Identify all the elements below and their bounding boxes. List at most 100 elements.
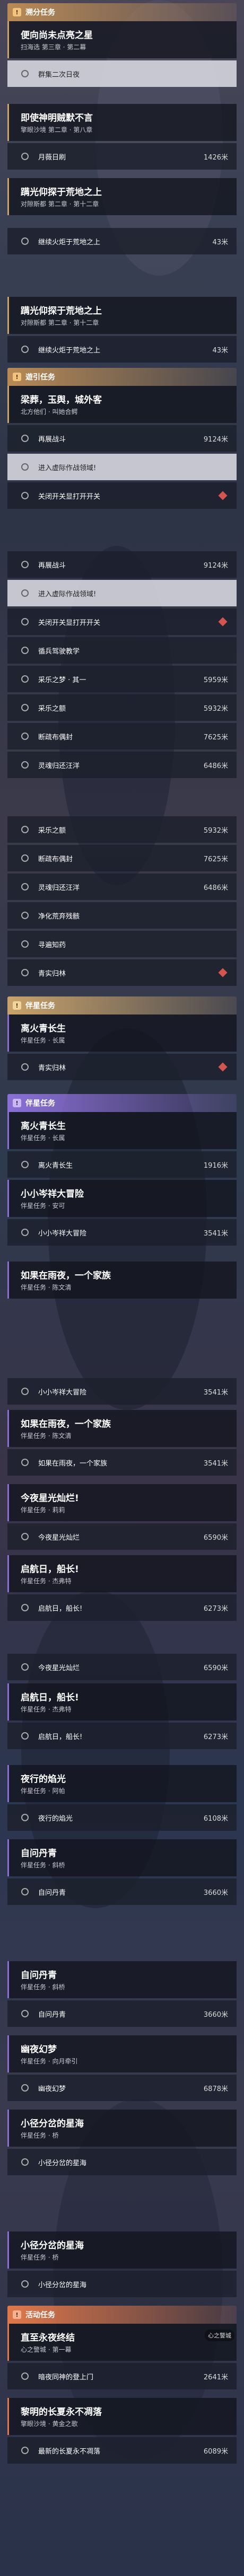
quest-step-row[interactable]: 进入虚际作战领域!	[7, 454, 237, 480]
step-distance: 43米	[212, 238, 228, 246]
step-marker-icon	[21, 940, 29, 948]
quest-card[interactable]: 今夜星光灿烂! 伴星任务 · 莉莉	[7, 1484, 237, 1521]
quest-card[interactable]: 小径分岔的星海 伴星任务 · 桥	[7, 2231, 237, 2269]
quest-subtitle: 伴星任务 · 桥	[21, 2254, 59, 2261]
quest-step-row[interactable]: 小小岑祥大冒险 3541米	[7, 1219, 237, 1246]
quest-step-row[interactable]: 如果在雨夜，一个家族 3541米	[7, 1449, 237, 1476]
quest-card[interactable]: 即使神明贼默不言 擎眼沙境 第二章 · 第八章	[7, 104, 237, 141]
step-distance: 5932米	[203, 826, 228, 835]
quest-card[interactable]: 蹒光仰探于荒地之上 对隙斯都 第二章 · 第十二章	[7, 178, 237, 215]
quest-step-row[interactable]: 断疏布偶封 7625米	[7, 723, 237, 749]
step-marker-icon	[21, 463, 29, 471]
step-marker-icon	[21, 704, 29, 711]
quest-card[interactable]: 自问丹青 伴星任务 · 斜桥	[7, 1839, 237, 1876]
quest-step-row[interactable]: 采乐之额 5932米	[7, 694, 237, 721]
quest-step-row[interactable]: 今夜星光灿烂 6590米	[7, 1523, 237, 1550]
step-marker-icon	[21, 2447, 29, 2454]
step-label: 自问丹青	[38, 1889, 66, 1897]
quest-card[interactable]: 离火青长生 伴星任务 · 长属	[7, 1112, 237, 1149]
quest-step-row[interactable]: 继续火炬于荒地之上 43米	[7, 228, 237, 254]
quest-step-row[interactable]: 自问丹青 3660米	[7, 2000, 237, 2027]
quest-step-row[interactable]: 最新的长夏永不凋落 6089米	[7, 2437, 237, 2464]
quest-step-row[interactable]: 暗夜同神的登上门 2641米	[7, 2363, 237, 2389]
quest-card[interactable]: 小径分岔的星海 伴星任务 · 桥	[7, 2110, 237, 2147]
quest-title: 夜行的焰光	[21, 1774, 66, 1785]
step-label: 继续火炬于荒地之上	[38, 238, 101, 246]
step-label: 小径分岔的星海	[38, 2281, 87, 2289]
step-label: 启航日，船长!	[38, 1733, 83, 1741]
step-distance: 3541米	[203, 1459, 228, 1468]
quest-step-row[interactable]: 循兵驾驶教学	[7, 637, 237, 664]
quest-card[interactable]: 启航日，船长! 伴星任务 · 杰弗特	[7, 1683, 237, 1721]
step-marker-icon	[21, 1388, 29, 1395]
quest-step-row[interactable]: 再展战斗 9124米	[7, 425, 237, 452]
quest-subtitle: 伴星任务 · 长属	[21, 1037, 65, 1044]
step-distance: 9124米	[203, 561, 228, 570]
step-marker-icon	[21, 912, 29, 919]
step-label: 月薇日刷	[38, 153, 66, 162]
quest-type-icon: !	[13, 1001, 21, 1010]
quest-step-row[interactable]: 今夜星光灿烂 6590米	[7, 1654, 237, 1680]
quest-step-row[interactable]: 小径分岔的星海	[7, 2149, 237, 2175]
quest-subtitle: 心之警城 · 第一幕	[21, 2346, 72, 2353]
quest-card[interactable]: 梁葬，玉舆，城外客 北方他们 · 叫她合鳄	[7, 386, 237, 423]
quest-step-row[interactable]: 青实归林	[7, 1054, 237, 1080]
quest-card[interactable]: 幽夜幻梦 伴星任务 · 向月牵引	[7, 2035, 237, 2072]
quest-subtitle: 对隙斯都 第二章 · 第十二章	[21, 319, 99, 327]
quest-card[interactable]: 自问丹青 伴星任务 · 斜桥	[7, 1961, 237, 1998]
quest-step-row[interactable]: 启航日，船长! 6273米	[7, 1723, 237, 1749]
quest-card[interactable]: 离火青长生 伴星任务 · 长属	[7, 1014, 237, 1052]
quest-step-row[interactable]: 断疏布偶封 7625米	[7, 845, 237, 871]
quest-subtitle: 擎眼沙境 · 黄金之歌	[21, 2420, 78, 2428]
step-distance: 9124米	[203, 435, 228, 444]
quest-card[interactable]: 如果在雨夜，一个家族 伴星任务 · 陈文清	[7, 1261, 237, 1299]
step-marker-icon	[21, 647, 29, 654]
step-distance: 6089米	[203, 2447, 228, 2456]
step-distance: 7625米	[203, 855, 228, 863]
quest-step-row[interactable]: 启航日，船长! 6273米	[7, 1594, 237, 1621]
quest-step-row[interactable]: 进入虚际作战领域!	[7, 580, 237, 606]
step-marker-icon	[21, 733, 29, 740]
step-marker-icon	[21, 854, 29, 862]
alert-diamond-icon	[218, 617, 228, 627]
quest-step-row[interactable]: 小径分岔的星海	[7, 2271, 237, 2297]
quest-step-row[interactable]: 小小岑祥大冒险 3541米	[7, 1378, 237, 1405]
step-distance: 6486米	[203, 884, 228, 892]
quest-subtitle: 伴星任务 · 杰弗特	[21, 1706, 72, 1713]
quest-step-row[interactable]: 月薇日刷 1426米	[7, 143, 237, 170]
quest-step-row[interactable]: 再展战斗 9124米	[7, 551, 237, 578]
quest-step-row[interactable]: 继续火炬于荒地之上 43米	[7, 336, 237, 363]
quest-step-row[interactable]: 采乐之额 5932米	[7, 816, 237, 843]
step-distance: 7625米	[203, 733, 228, 742]
quest-step-row[interactable]: 净化荒弃残骸	[7, 902, 237, 929]
quest-step-row[interactable]: 灵魂归还汪洋 6486米	[7, 874, 237, 900]
step-marker-icon	[21, 561, 29, 568]
step-label: 再展战斗	[38, 435, 66, 444]
step-marker-icon	[21, 2372, 29, 2380]
quest-card[interactable]: 小小岑祥大冒险 伴星任务 · 安可	[7, 1180, 237, 1217]
step-marker-icon	[21, 1663, 29, 1671]
quest-card[interactable]: 黎明的长夏永不凋落 擎眼沙境 · 黄金之歌	[7, 2398, 237, 2435]
quest-step-row[interactable]: 青实归林	[7, 959, 237, 986]
quest-card[interactable]: 蹒光仰探于荒地之上 对隙斯都 第二章 · 第十二章	[7, 297, 237, 334]
step-marker-icon	[21, 2010, 29, 2017]
quest-step-row[interactable]: 群集二次日夜	[7, 60, 237, 87]
quest-step-row[interactable]: 自问丹青 3660米	[7, 1878, 237, 1905]
quest-step-row[interactable]: 关闭开关显打开开关	[7, 608, 237, 635]
quest-step-row[interactable]: 幽夜幻梦 6878米	[7, 2075, 237, 2101]
quest-step-row[interactable]: 夜行的焰光 6108米	[7, 1804, 237, 1831]
quest-subtitle: 伴星任务 · 莉莉	[21, 1506, 65, 1514]
quest-card[interactable]: 夜行的焰光 伴星任务 · 阿帕	[7, 1765, 237, 1802]
step-label: 最新的长夏永不凋落	[38, 2447, 101, 2456]
quest-card[interactable]: 如果在雨夜，一个家族 伴星任务 · 陈文清	[7, 1410, 237, 1447]
quest-card[interactable]: 直至永夜终结 心之警城 · 第一幕	[7, 2324, 237, 2361]
quest-step-row[interactable]: 采乐之梦 · 其一 5959米	[7, 666, 237, 692]
quest-subtitle: 伴星任务 · 桥	[21, 2132, 59, 2139]
quest-step-row[interactable]: 离火青长生 1916米	[7, 1151, 237, 1178]
quest-card[interactable]: 启航日，船长! 伴星任务 · 杰弗特	[7, 1555, 237, 1592]
quest-step-row[interactable]: 寻遍知药	[7, 931, 237, 957]
quest-step-row[interactable]: 关闭开关显打开开关	[7, 482, 237, 509]
step-label: 净化荒弃残骸	[38, 912, 80, 921]
quest-step-row[interactable]: 灵魂归还汪洋 6486米	[7, 752, 237, 778]
quest-card[interactable]: 便向尚未点亮之星 扫海选 第三章 · 第二幕	[7, 21, 237, 58]
